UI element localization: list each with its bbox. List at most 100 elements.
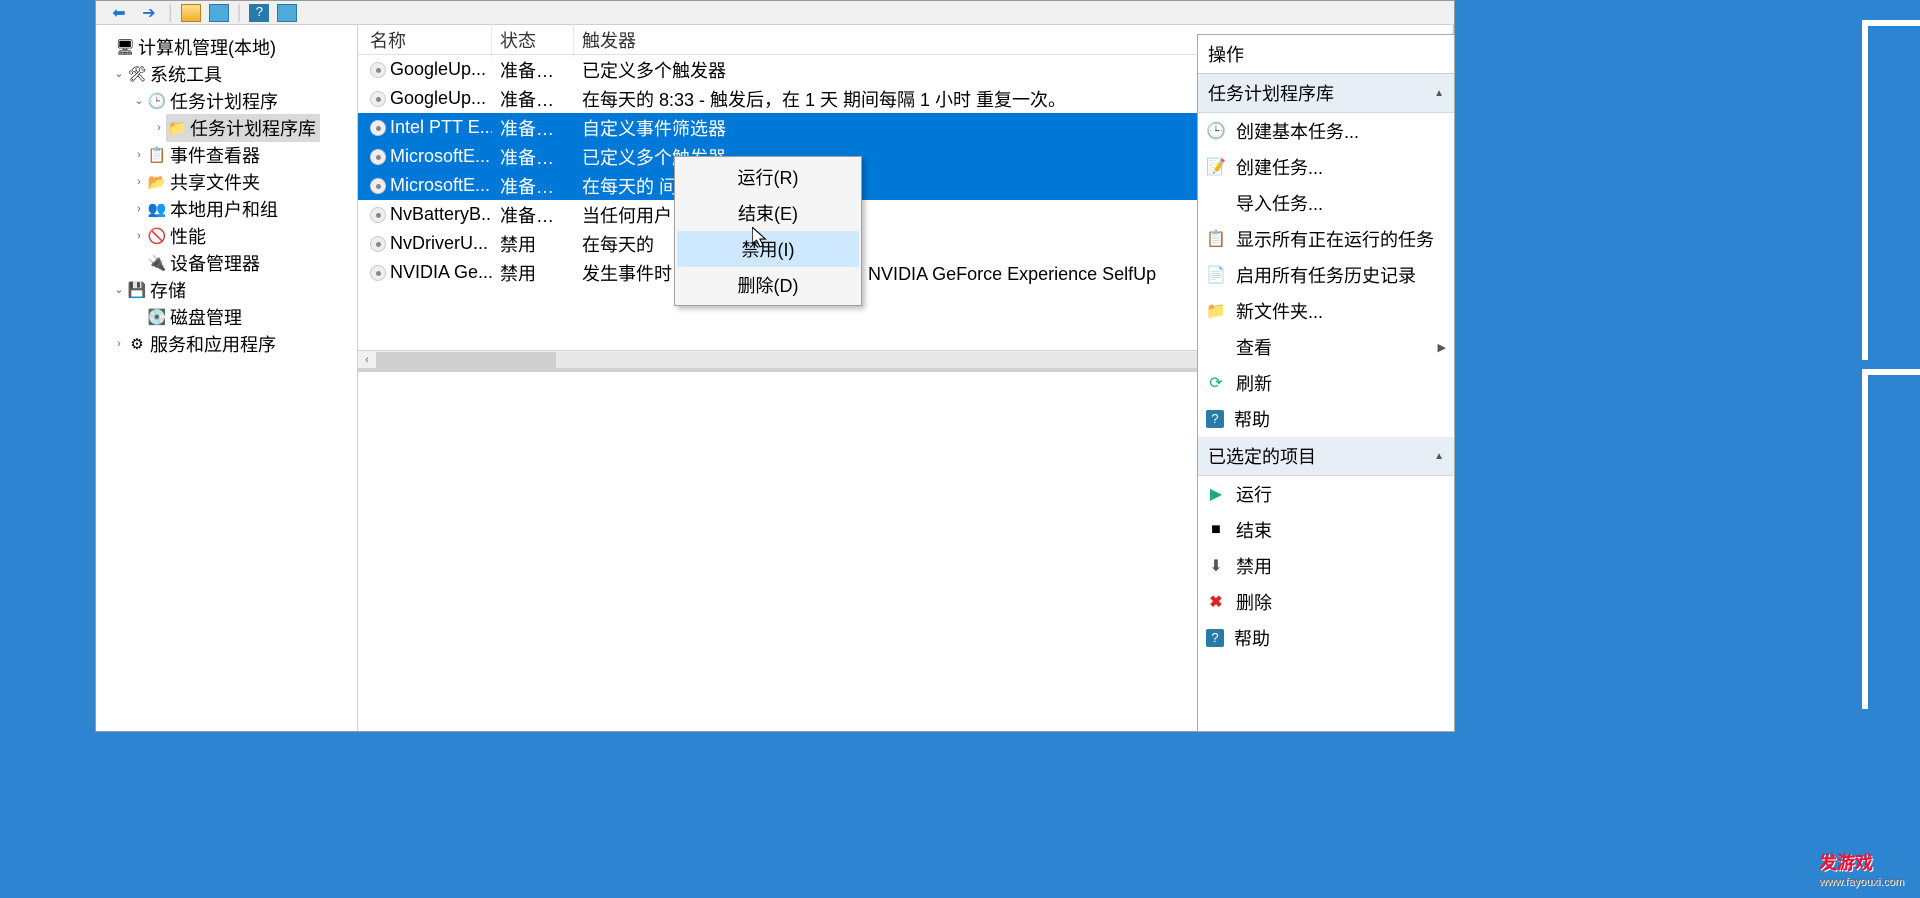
users-icon: 👥 xyxy=(148,200,166,218)
action-refresh[interactable]: ⟳刷新 xyxy=(1198,365,1454,401)
action-label: 禁用 xyxy=(1236,553,1272,579)
collapse-caret-icon[interactable]: ▲ xyxy=(1434,88,1444,99)
expand-icon[interactable]: › xyxy=(132,176,146,188)
watermark: 发游戏 www.fayouxi.com xyxy=(1819,844,1904,888)
action-delete[interactable]: ✖ 删除 xyxy=(1198,584,1454,620)
task-icon xyxy=(370,178,386,194)
nav-back-button[interactable]: ⬅ xyxy=(108,3,130,23)
action-disable[interactable]: ⬇禁用 xyxy=(1198,548,1454,584)
delete-icon: ✖ xyxy=(1206,592,1226,612)
tree-label: 任务计划程序 xyxy=(170,88,278,114)
running-icon: 📋 xyxy=(1206,229,1226,249)
perf-icon: 🚫 xyxy=(148,227,166,245)
actions-section-selected[interactable]: 已选定的项目 ▲ xyxy=(1198,437,1454,476)
desktop-tile-edge xyxy=(1862,20,1920,709)
toolbar: ⬅ ➔ | | ? xyxy=(96,1,1454,25)
action-view[interactable]: 查看▶ xyxy=(1198,329,1454,365)
menu-end[interactable]: 结束(E) xyxy=(677,195,859,231)
folder-icon: 📁 xyxy=(1206,301,1226,321)
navigation-tree[interactable]: 🖥计算机管理(本地) ⌄ 🛠系统工具 ⌄ 🕒任务计划程序 › 📁任务计划程序库 … xyxy=(96,25,358,731)
tree-device-manager[interactable]: 🔌设备管理器 xyxy=(96,249,357,276)
expand-icon[interactable]: › xyxy=(132,230,146,242)
collapse-icon[interactable]: ⌄ xyxy=(112,67,126,80)
task-status: 禁用 xyxy=(492,258,574,288)
task-icon xyxy=(370,91,386,107)
tree-task-library[interactable]: › 📁任务计划程序库 xyxy=(96,114,357,141)
actions-title: 操作 xyxy=(1198,35,1454,74)
menu-disable[interactable]: 禁用(I) xyxy=(677,231,859,267)
action-create-task[interactable]: 📝 创建任务... xyxy=(1198,149,1454,185)
action-create-basic[interactable]: 🕒 创建基本任务... xyxy=(1198,113,1454,149)
help-icon[interactable]: ? xyxy=(249,4,269,22)
collapse-icon[interactable]: ⌄ xyxy=(112,283,126,296)
watermark-url: www.fayouxi.com xyxy=(1819,876,1904,888)
action-help2[interactable]: ?帮助 xyxy=(1198,620,1454,656)
action-label: 启用所有任务历史记录 xyxy=(1236,262,1416,288)
computer-icon: 🖥 xyxy=(116,38,134,56)
tree-label: 存储 xyxy=(150,277,186,303)
scroll-left-icon[interactable]: ‹ xyxy=(358,354,376,366)
history-icon: 📄 xyxy=(1206,265,1226,285)
expand-icon[interactable]: › xyxy=(152,122,166,134)
help-icon: ? xyxy=(1206,629,1224,647)
tree-system-tools[interactable]: ⌄ 🛠系统工具 xyxy=(96,60,357,87)
expand-icon[interactable]: › xyxy=(132,203,146,215)
folder-up-icon[interactable] xyxy=(181,4,201,22)
refresh-icon: ⟳ xyxy=(1206,373,1226,393)
actions-section-library[interactable]: 任务计划程序库 ▲ xyxy=(1198,74,1454,113)
action-label: 创建任务... xyxy=(1236,154,1323,180)
clock-icon: 🕒 xyxy=(148,92,166,110)
task-icon xyxy=(370,62,386,78)
menu-run[interactable]: 运行(R) xyxy=(677,159,859,195)
tree-disk-mgmt[interactable]: 💽磁盘管理 xyxy=(96,303,357,330)
action-end[interactable]: ■结束 xyxy=(1198,512,1454,548)
action-label: 显示所有正在运行的任务 xyxy=(1236,226,1434,252)
tree-storage[interactable]: ⌄ 💾存储 xyxy=(96,276,357,303)
collapse-icon[interactable]: ⌄ xyxy=(132,94,146,107)
task-icon xyxy=(370,236,386,252)
task-name: GoogleUp... xyxy=(390,59,486,80)
event-icon: 📋 xyxy=(148,146,166,164)
task-icon: 📝 xyxy=(1206,157,1226,177)
panel-icon[interactable] xyxy=(277,4,297,22)
tree-label: 系统工具 xyxy=(150,61,222,87)
action-import[interactable]: 导入任务... xyxy=(1198,185,1454,221)
task-status: 准备就绪 xyxy=(492,171,574,201)
task-icon xyxy=(370,149,386,165)
nav-forward-button[interactable]: ➔ xyxy=(138,3,160,23)
expand-icon[interactable]: › xyxy=(132,149,146,161)
tree-label: 计算机管理(本地) xyxy=(138,34,276,60)
action-help[interactable]: ?帮助 xyxy=(1198,401,1454,437)
tree-shared-folders[interactable]: › 📂共享文件夹 xyxy=(96,168,357,195)
col-header-status[interactable]: 状态 xyxy=(492,23,574,57)
section-label: 任务计划程序库 xyxy=(1208,80,1334,106)
action-label: 查看 xyxy=(1236,334,1428,360)
context-menu: 运行(R) 结束(E) 禁用(I) 删除(D) xyxy=(674,156,862,306)
tree-services-apps[interactable]: › ⚙服务和应用程序 xyxy=(96,330,357,357)
scrollbar-thumb[interactable] xyxy=(376,352,556,368)
action-show-running[interactable]: 📋 显示所有正在运行的任务 xyxy=(1198,221,1454,257)
action-label: 创建基本任务... xyxy=(1236,118,1359,144)
properties-icon[interactable] xyxy=(209,4,229,22)
wizard-icon: 🕒 xyxy=(1206,121,1226,141)
action-label: 删除 xyxy=(1236,589,1272,615)
menu-delete[interactable]: 删除(D) xyxy=(677,267,859,303)
section-label: 已选定的项目 xyxy=(1208,443,1316,469)
task-name: GoogleUp... xyxy=(390,88,486,109)
tree-performance[interactable]: › 🚫性能 xyxy=(96,222,357,249)
storage-icon: 💾 xyxy=(128,281,146,299)
tree-label: 磁盘管理 xyxy=(170,304,242,330)
tree-task-scheduler[interactable]: ⌄ 🕒任务计划程序 xyxy=(96,87,357,114)
tree-label: 任务计划程序库 xyxy=(190,115,316,141)
tree-event-viewer[interactable]: › 📋事件查看器 xyxy=(96,141,357,168)
expand-icon[interactable]: › xyxy=(112,338,126,350)
action-new-folder[interactable]: 📁新文件夹... xyxy=(1198,293,1454,329)
col-header-name[interactable]: 名称 xyxy=(362,23,492,57)
action-run[interactable]: ▶运行 xyxy=(1198,476,1454,512)
collapse-caret-icon[interactable]: ▲ xyxy=(1434,451,1444,462)
tree-local-users[interactable]: › 👥本地用户和组 xyxy=(96,195,357,222)
tree-label: 共享文件夹 xyxy=(170,169,260,195)
tools-icon: 🛠 xyxy=(128,65,146,83)
tree-root[interactable]: 🖥计算机管理(本地) xyxy=(96,33,357,60)
action-enable-history[interactable]: 📄 启用所有任务历史记录 xyxy=(1198,257,1454,293)
